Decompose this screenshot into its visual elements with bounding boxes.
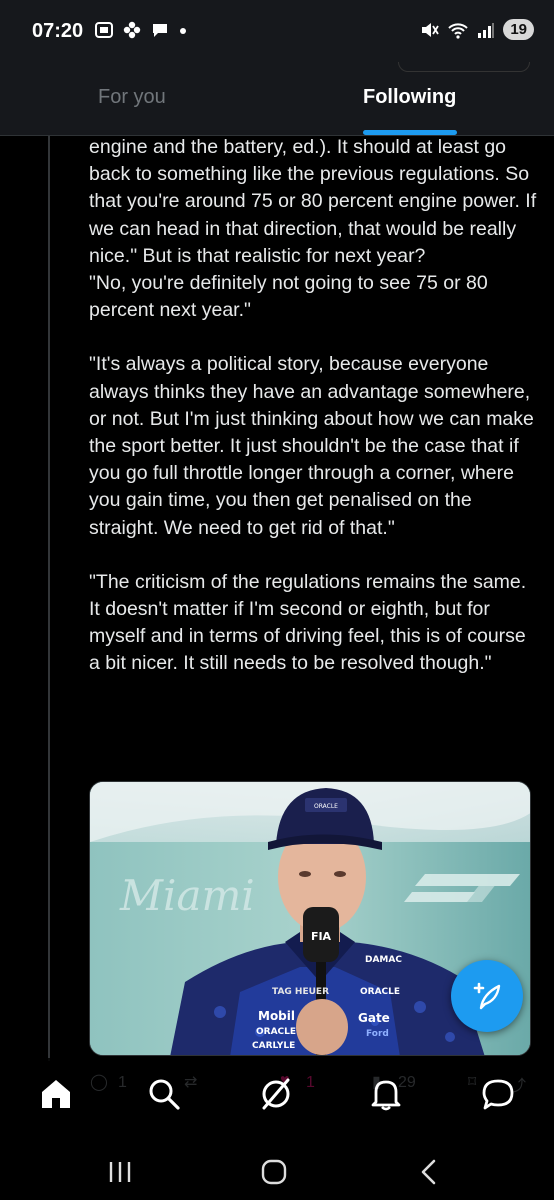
status-time: 07:20 bbox=[32, 20, 84, 42]
notifications-bell-icon[interactable] bbox=[368, 1076, 404, 1112]
tweet-text[interactable]: engine and the battery, ed.). It should … bbox=[89, 134, 539, 678]
tweet-paragraph: engine and the battery, ed.). It should … bbox=[89, 136, 537, 322]
home-button-icon[interactable] bbox=[256, 1154, 292, 1190]
retweet-icon[interactable]: ⇄ bbox=[184, 1072, 197, 1092]
reply-icon[interactable]: ◯ bbox=[90, 1072, 108, 1092]
tweet-paragraph: "The criticism of the regulations remain… bbox=[89, 570, 527, 675]
svg-text:CARLYLE: CARLYLE bbox=[252, 1041, 295, 1051]
system-navigation-bar bbox=[0, 1142, 554, 1200]
dot-icon bbox=[180, 28, 186, 34]
timeline-header: For you Following bbox=[0, 62, 554, 136]
feather-plus-icon bbox=[473, 982, 501, 1010]
tab-for-you[interactable]: For you bbox=[98, 86, 166, 109]
compose-button[interactable] bbox=[451, 960, 523, 1032]
thread-line bbox=[48, 136, 50, 1061]
svg-text:ORACLE: ORACLE bbox=[360, 987, 400, 997]
reply-count: 1 bbox=[118, 1074, 127, 1091]
back-icon[interactable] bbox=[412, 1154, 448, 1190]
tweet-paragraph: "It's always a political story, because … bbox=[89, 353, 534, 539]
bookmark-icon[interactable]: ⌑ bbox=[468, 1072, 476, 1092]
status-bar: 07:20 19 bbox=[0, 0, 554, 62]
backdrop-miami-text: Miami bbox=[119, 871, 255, 920]
svg-text:Ford: Ford bbox=[366, 1029, 389, 1039]
flower-icon bbox=[123, 21, 141, 39]
header-pill bbox=[398, 62, 530, 72]
screenshot-icon bbox=[95, 22, 113, 38]
chat-bubble-icon bbox=[153, 24, 167, 37]
tab-following[interactable]: Following bbox=[363, 86, 456, 109]
like-count: 1 bbox=[306, 1074, 315, 1091]
mute-icon bbox=[422, 22, 440, 37]
status-right: 19 bbox=[419, 19, 534, 40]
grok-icon[interactable] bbox=[258, 1076, 294, 1112]
svg-text:TAG HEUER: TAG HEUER bbox=[272, 987, 329, 997]
battery-indicator: 19 bbox=[503, 19, 534, 40]
recent-apps-icon[interactable] bbox=[102, 1154, 138, 1190]
svg-text:Mobil: Mobil bbox=[258, 1009, 295, 1023]
svg-text:Gate: Gate bbox=[358, 1011, 390, 1025]
wifi-icon bbox=[448, 22, 469, 39]
svg-text:DAMAC: DAMAC bbox=[365, 955, 402, 965]
mic-fia-text: FIA bbox=[311, 930, 332, 943]
svg-text:ORACLE: ORACLE bbox=[256, 1027, 296, 1037]
cap-logo-text: ORACLE bbox=[314, 803, 338, 810]
messages-icon[interactable] bbox=[480, 1076, 516, 1112]
home-icon[interactable] bbox=[38, 1076, 74, 1112]
search-icon[interactable] bbox=[146, 1076, 182, 1112]
notification-icons bbox=[94, 20, 188, 40]
signal-icon bbox=[478, 22, 495, 38]
